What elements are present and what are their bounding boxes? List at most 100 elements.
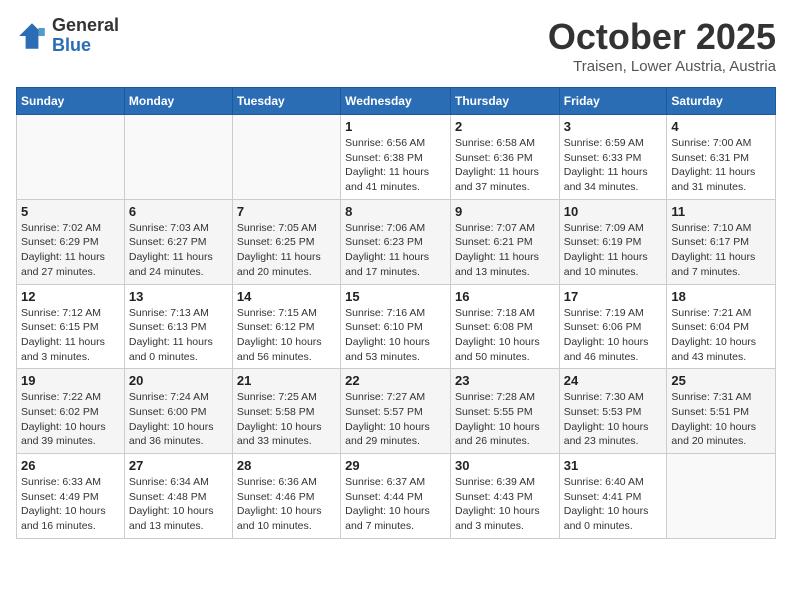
day-number: 9 <box>455 204 555 219</box>
day-number: 12 <box>21 289 120 304</box>
day-number: 21 <box>237 373 336 388</box>
week-row-1: 1 Sunrise: 6:56 AM Sunset: 6:38 PM Daylig… <box>17 115 776 200</box>
day-info: Sunrise: 7:19 AM Sunset: 6:06 PM Dayligh… <box>564 306 663 365</box>
day-number: 27 <box>129 458 228 473</box>
day-number: 30 <box>455 458 555 473</box>
day-info: Sunrise: 7:16 AM Sunset: 6:10 PM Dayligh… <box>345 306 446 365</box>
day-number: 20 <box>129 373 228 388</box>
calendar-cell: 24Sunrise: 7:30 AM Sunset: 5:53 PM Dayli… <box>559 369 667 454</box>
day-number: 31 <box>564 458 663 473</box>
day-info: Sunrise: 6:36 AM Sunset: 4:46 PM Dayligh… <box>237 475 336 534</box>
day-number: 7 <box>237 204 336 219</box>
calendar-cell: 21Sunrise: 7:25 AM Sunset: 5:58 PM Dayli… <box>232 369 340 454</box>
day-header-saturday: Saturday <box>667 88 776 115</box>
day-info: Sunrise: 7:31 AM Sunset: 5:51 PM Dayligh… <box>671 390 771 449</box>
calendar-cell: 14Sunrise: 7:15 AM Sunset: 6:12 PM Dayli… <box>232 284 340 369</box>
day-info: Sunrise: 6:33 AM Sunset: 4:49 PM Dayligh… <box>21 475 120 534</box>
calendar-cell: 7 Sunrise: 7:05 AM Sunset: 6:25 PM Daylig… <box>232 199 340 284</box>
logo-text: General Blue <box>52 16 119 56</box>
day-info: Sunrise: 6:59 AM Sunset: 6:33 PM Dayligh… <box>564 136 663 195</box>
location-subtitle: Traisen, Lower Austria, Austria <box>548 58 776 75</box>
day-info: Sunrise: 7:18 AM Sunset: 6:08 PM Dayligh… <box>455 306 555 365</box>
calendar-cell: 13 Sunrise: 7:13 AM Sunset: 6:13 PM Dayli… <box>124 284 232 369</box>
calendar-cell: 26 Sunrise: 6:33 AM Sunset: 4:49 PM Dayli… <box>17 454 125 539</box>
calendar-cell: 8 Sunrise: 7:06 AM Sunset: 6:23 PM Daylig… <box>341 199 451 284</box>
calendar-cell <box>667 454 776 539</box>
day-info: Sunrise: 7:12 AM Sunset: 6:15 PM Dayligh… <box>21 306 120 365</box>
week-row-5: 26 Sunrise: 6:33 AM Sunset: 4:49 PM Dayli… <box>17 454 776 539</box>
day-header-thursday: Thursday <box>450 88 559 115</box>
week-row-4: 19Sunrise: 7:22 AM Sunset: 6:02 PM Dayli… <box>17 369 776 454</box>
calendar-cell: 25 Sunrise: 7:31 AM Sunset: 5:51 PM Dayli… <box>667 369 776 454</box>
day-info: Sunrise: 6:37 AM Sunset: 4:44 PM Dayligh… <box>345 475 446 534</box>
day-number: 25 <box>671 373 771 388</box>
day-header-wednesday: Wednesday <box>341 88 451 115</box>
day-info: Sunrise: 7:13 AM Sunset: 6:13 PM Dayligh… <box>129 306 228 365</box>
day-info: Sunrise: 7:02 AM Sunset: 6:29 PM Dayligh… <box>21 221 120 280</box>
day-number: 15 <box>345 289 446 304</box>
day-info: Sunrise: 7:09 AM Sunset: 6:19 PM Dayligh… <box>564 221 663 280</box>
calendar-cell: 22Sunrise: 7:27 AM Sunset: 5:57 PM Dayli… <box>341 369 451 454</box>
day-info: Sunrise: 7:21 AM Sunset: 6:04 PM Dayligh… <box>671 306 771 365</box>
calendar-cell <box>124 115 232 200</box>
calendar-table: SundayMondayTuesdayWednesdayThursdayFrid… <box>16 87 776 539</box>
calendar-cell: 17 Sunrise: 7:19 AM Sunset: 6:06 PM Dayli… <box>559 284 667 369</box>
day-number: 16 <box>455 289 555 304</box>
day-info: Sunrise: 7:07 AM Sunset: 6:21 PM Dayligh… <box>455 221 555 280</box>
day-info: Sunrise: 7:03 AM Sunset: 6:27 PM Dayligh… <box>129 221 228 280</box>
day-headers-row: SundayMondayTuesdayWednesdayThursdayFrid… <box>17 88 776 115</box>
calendar-cell: 9 Sunrise: 7:07 AM Sunset: 6:21 PM Daylig… <box>450 199 559 284</box>
calendar-cell: 11 Sunrise: 7:10 AM Sunset: 6:17 PM Dayli… <box>667 199 776 284</box>
month-title: October 2025 <box>548 16 776 58</box>
day-number: 4 <box>671 119 771 134</box>
logo: General Blue <box>16 16 119 56</box>
calendar-cell: 31Sunrise: 6:40 AM Sunset: 4:41 PM Dayli… <box>559 454 667 539</box>
calendar-cell: 28 Sunrise: 6:36 AM Sunset: 4:46 PM Dayli… <box>232 454 340 539</box>
calendar-cell <box>17 115 125 200</box>
day-header-friday: Friday <box>559 88 667 115</box>
day-info: Sunrise: 7:05 AM Sunset: 6:25 PM Dayligh… <box>237 221 336 280</box>
week-row-3: 12 Sunrise: 7:12 AM Sunset: 6:15 PM Dayli… <box>17 284 776 369</box>
calendar-cell: 4 Sunrise: 7:00 AM Sunset: 6:31 PM Daylig… <box>667 115 776 200</box>
logo-blue-text: Blue <box>52 36 119 56</box>
day-number: 11 <box>671 204 771 219</box>
calendar-cell: 10Sunrise: 7:09 AM Sunset: 6:19 PM Dayli… <box>559 199 667 284</box>
calendar-cell: 6 Sunrise: 7:03 AM Sunset: 6:27 PM Daylig… <box>124 199 232 284</box>
day-number: 26 <box>21 458 120 473</box>
day-info: Sunrise: 6:56 AM Sunset: 6:38 PM Dayligh… <box>345 136 446 195</box>
day-header-sunday: Sunday <box>17 88 125 115</box>
calendar-cell: 29 Sunrise: 6:37 AM Sunset: 4:44 PM Dayli… <box>341 454 451 539</box>
logo-general-text: General <box>52 16 119 36</box>
day-number: 23 <box>455 373 555 388</box>
day-info: Sunrise: 7:10 AM Sunset: 6:17 PM Dayligh… <box>671 221 771 280</box>
day-info: Sunrise: 7:28 AM Sunset: 5:55 PM Dayligh… <box>455 390 555 449</box>
day-number: 13 <box>129 289 228 304</box>
calendar-cell: 23 Sunrise: 7:28 AM Sunset: 5:55 PM Dayli… <box>450 369 559 454</box>
calendar-cell <box>232 115 340 200</box>
calendar-cell: 1 Sunrise: 6:56 AM Sunset: 6:38 PM Daylig… <box>341 115 451 200</box>
day-info: Sunrise: 6:39 AM Sunset: 4:43 PM Dayligh… <box>455 475 555 534</box>
day-number: 28 <box>237 458 336 473</box>
day-info: Sunrise: 7:24 AM Sunset: 6:00 PM Dayligh… <box>129 390 228 449</box>
day-number: 29 <box>345 458 446 473</box>
day-info: Sunrise: 7:06 AM Sunset: 6:23 PM Dayligh… <box>345 221 446 280</box>
day-header-tuesday: Tuesday <box>232 88 340 115</box>
day-number: 17 <box>564 289 663 304</box>
day-number: 2 <box>455 119 555 134</box>
day-number: 5 <box>21 204 120 219</box>
calendar-cell: 3 Sunrise: 6:59 AM Sunset: 6:33 PM Daylig… <box>559 115 667 200</box>
day-number: 18 <box>671 289 771 304</box>
calendar-cell: 19Sunrise: 7:22 AM Sunset: 6:02 PM Dayli… <box>17 369 125 454</box>
day-number: 1 <box>345 119 446 134</box>
calendar-cell: 16 Sunrise: 7:18 AM Sunset: 6:08 PM Dayli… <box>450 284 559 369</box>
calendar-cell: 15 Sunrise: 7:16 AM Sunset: 6:10 PM Dayli… <box>341 284 451 369</box>
day-number: 8 <box>345 204 446 219</box>
day-info: Sunrise: 7:22 AM Sunset: 6:02 PM Dayligh… <box>21 390 120 449</box>
calendar-cell: 30 Sunrise: 6:39 AM Sunset: 4:43 PM Dayli… <box>450 454 559 539</box>
day-number: 14 <box>237 289 336 304</box>
day-info: Sunrise: 7:00 AM Sunset: 6:31 PM Dayligh… <box>671 136 771 195</box>
day-number: 6 <box>129 204 228 219</box>
day-number: 3 <box>564 119 663 134</box>
calendar-cell: 18 Sunrise: 7:21 AM Sunset: 6:04 PM Dayli… <box>667 284 776 369</box>
page-header: General Blue October 2025 Traisen, Lower… <box>16 16 776 75</box>
